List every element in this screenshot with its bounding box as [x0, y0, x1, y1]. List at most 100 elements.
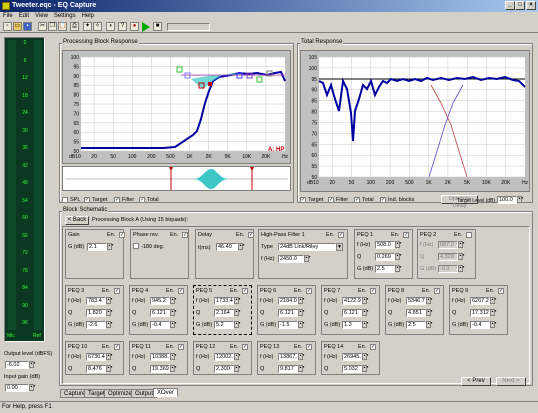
enable-checkbox[interactable]: ✓	[182, 232, 188, 238]
param-spin[interactable]: ▲▼	[234, 353, 241, 360]
enable-checkbox[interactable]: ✓	[498, 288, 504, 294]
copy-icon[interactable]: ❐	[48, 22, 57, 31]
enable-checkbox[interactable]: ✓	[114, 344, 120, 350]
param-input[interactable]: 5346.7	[406, 297, 426, 305]
param-input[interactable]: 4.851	[406, 309, 426, 317]
gain-input[interactable]: 2.1	[87, 243, 107, 251]
output-level-input[interactable]: -6.02	[5, 361, 29, 369]
param-input[interactable]: 6.121	[150, 309, 170, 317]
menu-settings[interactable]: Settings	[51, 12, 79, 21]
param-input[interactable]: 10388.9	[150, 353, 170, 361]
proc-checkbox-3[interactable]: ✓	[139, 197, 145, 203]
proc-checkbox-2[interactable]: ✓	[114, 197, 120, 203]
delay-spin[interactable]: ▲▼	[238, 243, 245, 250]
enable-checkbox[interactable]: ✓	[248, 232, 254, 238]
param-spin[interactable]: ▲▼	[395, 265, 402, 272]
back-button[interactable]: < Back	[65, 216, 89, 225]
param-spin[interactable]: ▲▼	[426, 309, 433, 316]
print-icon[interactable]: ⎙	[70, 22, 79, 31]
record-icon[interactable]: ●	[130, 22, 139, 31]
enable-checkbox[interactable]: ✓	[306, 288, 312, 294]
input-gain-spin[interactable]: ▲▼	[29, 384, 36, 391]
param-spin[interactable]: ▲▼	[298, 321, 305, 328]
next-button[interactable]: Next >	[496, 377, 526, 386]
param-input[interactable]: 2.5	[375, 265, 395, 273]
param-input[interactable]: 6736.4	[86, 353, 106, 361]
param-input[interactable]: 4122.9	[342, 297, 362, 305]
param-spin[interactable]: ▲▼	[362, 297, 369, 304]
param-spin[interactable]: ▲▼	[458, 265, 465, 272]
param-spin[interactable]: ▲▼	[106, 309, 113, 316]
total-checkbox-1[interactable]: ✓	[328, 197, 334, 203]
param-spin[interactable]: ▲▼	[170, 365, 177, 372]
delay-input[interactable]: 46.49	[216, 243, 238, 251]
total-response-plot[interactable]: 105 100 95 90 85 80 75 70 65 60 55 50 dB10 20 50 100 200…	[300, 50, 530, 192]
param-input[interactable]: 26945.6	[342, 353, 362, 361]
param-spin[interactable]: ▲▼	[362, 309, 369, 316]
param-input[interactable]: 1.3	[342, 321, 362, 329]
menu-file[interactable]: File	[0, 12, 16, 21]
prev-button[interactable]: < Prev	[461, 377, 491, 386]
enable-checkbox[interactable]	[466, 232, 472, 238]
play-icon[interactable]	[142, 22, 150, 32]
enable-checkbox[interactable]: ✓	[114, 288, 120, 294]
param-spin[interactable]: ▲▼	[395, 253, 402, 260]
param-spin[interactable]: ▲▼	[490, 309, 497, 316]
param-spin[interactable]: ▲▼	[234, 365, 241, 372]
param-input[interactable]: 8.476	[86, 365, 106, 373]
chevron-down-icon[interactable]: ▼	[336, 243, 343, 251]
param-spin[interactable]: ▲▼	[490, 297, 497, 304]
param-input[interactable]: 2.164	[214, 309, 234, 317]
param-spin[interactable]: ▲▼	[170, 353, 177, 360]
param-input[interactable]: 1.820	[86, 309, 106, 317]
proc-checkbox-1[interactable]: ✓	[84, 197, 90, 203]
param-input[interactable]: 5.032	[342, 365, 362, 373]
total-checkbox-2[interactable]: ✓	[354, 197, 360, 203]
enable-checkbox[interactable]: ✓	[306, 344, 312, 350]
menu-edit[interactable]: Edit	[16, 12, 32, 21]
open-folder-icon[interactable]: ▭	[13, 22, 22, 31]
enable-checkbox[interactable]: ✓	[338, 232, 344, 238]
param-spin[interactable]: ▲▼	[234, 297, 241, 304]
param-spin[interactable]: ▲▼	[490, 321, 497, 328]
param-input[interactable]: 945.2	[150, 297, 170, 305]
param-spin[interactable]: ▲▼	[106, 321, 113, 328]
param-spin[interactable]: ▲▼	[458, 253, 465, 260]
param-spin[interactable]: ▲▼	[106, 297, 113, 304]
enable-checkbox[interactable]: ✓	[119, 232, 125, 238]
param-spin[interactable]: ▲▼	[298, 309, 305, 316]
param-spin[interactable]: ▲▼	[170, 297, 177, 304]
param-input[interactable]: 0.269	[375, 253, 395, 261]
param-input[interactable]: 19.369	[150, 365, 170, 373]
param-input[interactable]: 2184.0	[278, 297, 298, 305]
param-input[interactable]: 9.817	[278, 365, 298, 373]
param-spin[interactable]: ▲▼	[426, 321, 433, 328]
output-level-spin[interactable]: ▲▼	[29, 361, 36, 368]
param-spin[interactable]: ▲▼	[234, 321, 241, 328]
enable-checkbox[interactable]: ✓	[403, 232, 409, 238]
enable-checkbox[interactable]: ✓	[434, 288, 440, 294]
highpass-f-input[interactable]: 2450.0	[278, 255, 304, 263]
param-input[interactable]: 6.121	[342, 309, 362, 317]
param-spin[interactable]: ▲▼	[298, 365, 305, 372]
param-input[interactable]: 5.2	[214, 321, 234, 329]
param-spin[interactable]: ▲▼	[170, 309, 177, 316]
tab-xover[interactable]: XOver	[153, 388, 179, 397]
save-icon[interactable]: ▪	[23, 22, 32, 31]
target-level-spin[interactable]: ▲▼	[517, 196, 524, 203]
param-input[interactable]: -0.3	[438, 265, 458, 273]
proc-checkbox-0[interactable]	[62, 197, 68, 203]
param-input[interactable]: 2.300	[214, 365, 234, 373]
maximize-button[interactable]: □	[515, 1, 525, 10]
param-input[interactable]: 2.5	[406, 321, 426, 329]
gain-spin[interactable]: ▲▼	[107, 243, 114, 250]
menu-help[interactable]: Help	[79, 12, 97, 21]
cut-icon[interactable]: ✂	[38, 22, 47, 31]
param-spin[interactable]: ▲▼	[426, 297, 433, 304]
param-spin[interactable]: ▲▼	[458, 241, 465, 248]
total-checkbox-3[interactable]: ✓	[380, 197, 386, 203]
menu-view[interactable]: View	[32, 12, 51, 21]
param-spin[interactable]: ▲▼	[170, 321, 177, 328]
tool-icon[interactable]: ✦	[83, 22, 92, 31]
tool2-icon[interactable]: ✧	[93, 22, 102, 31]
